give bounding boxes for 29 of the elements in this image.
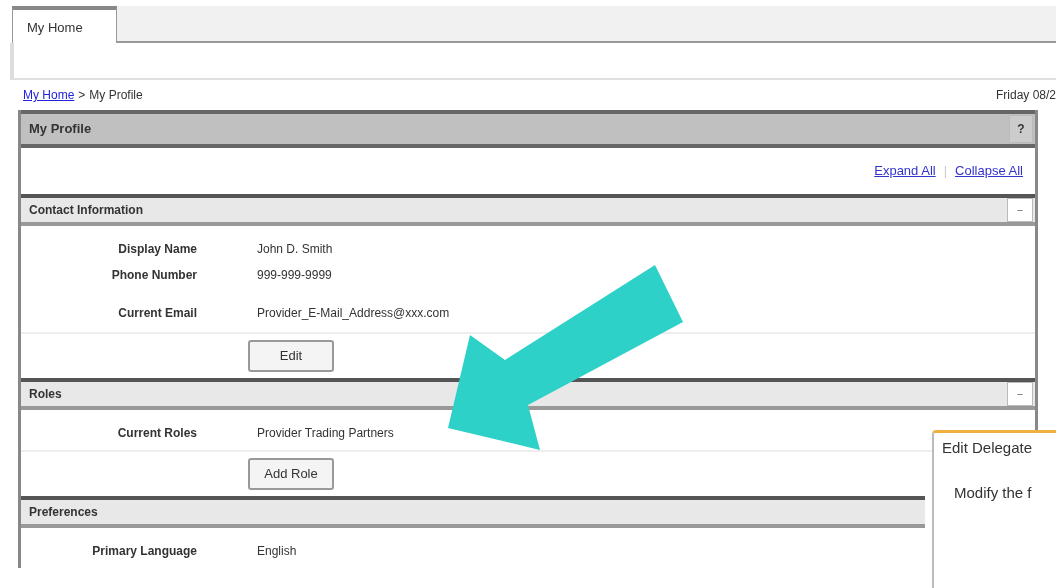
dialog-title: Edit Delegate [941,438,1034,458]
collapse-button[interactable]: − [1007,382,1033,406]
field-label: Display Name [117,241,198,258]
action-button[interactable]: Edit [248,340,334,372]
breadcrumb-link[interactable]: My Home [23,86,75,104]
breadcrumb-separator: > [78,87,86,104]
date-text: Friday 08/2 [995,87,1056,104]
breadcrumb-current: My Profile [89,87,143,104]
field-value: 999-999-9999 [256,267,332,284]
help-button[interactable]: ? [1009,115,1033,143]
tab[interactable]: My Home [12,6,117,43]
collapse-all-link[interactable]: Collapse All [955,161,1023,181]
expand-all-link[interactable]: Expand All [874,161,936,181]
panel-title: My Profile [29,120,92,139]
section-title: Contact Information [29,202,143,219]
action-button[interactable]: Add Role [248,458,334,490]
dialog-text: Modify the f [953,482,1033,503]
field-value: Provider_E-Mail_Address@xxx.com [256,305,450,322]
section-title: Roles [29,386,62,403]
link-separator: | [943,162,948,181]
field-value: English [256,543,297,560]
collapse-button[interactable]: − [1007,198,1033,222]
field-value: Provider Trading Partners [256,425,394,442]
field-value: John D. Smith [256,241,333,258]
section-title: Preferences [29,504,98,521]
field-label: Primary Language [91,543,198,560]
field-label: Phone Number [110,267,198,284]
field-label: Current Roles [116,425,198,442]
field-label: Current Email [117,305,198,322]
